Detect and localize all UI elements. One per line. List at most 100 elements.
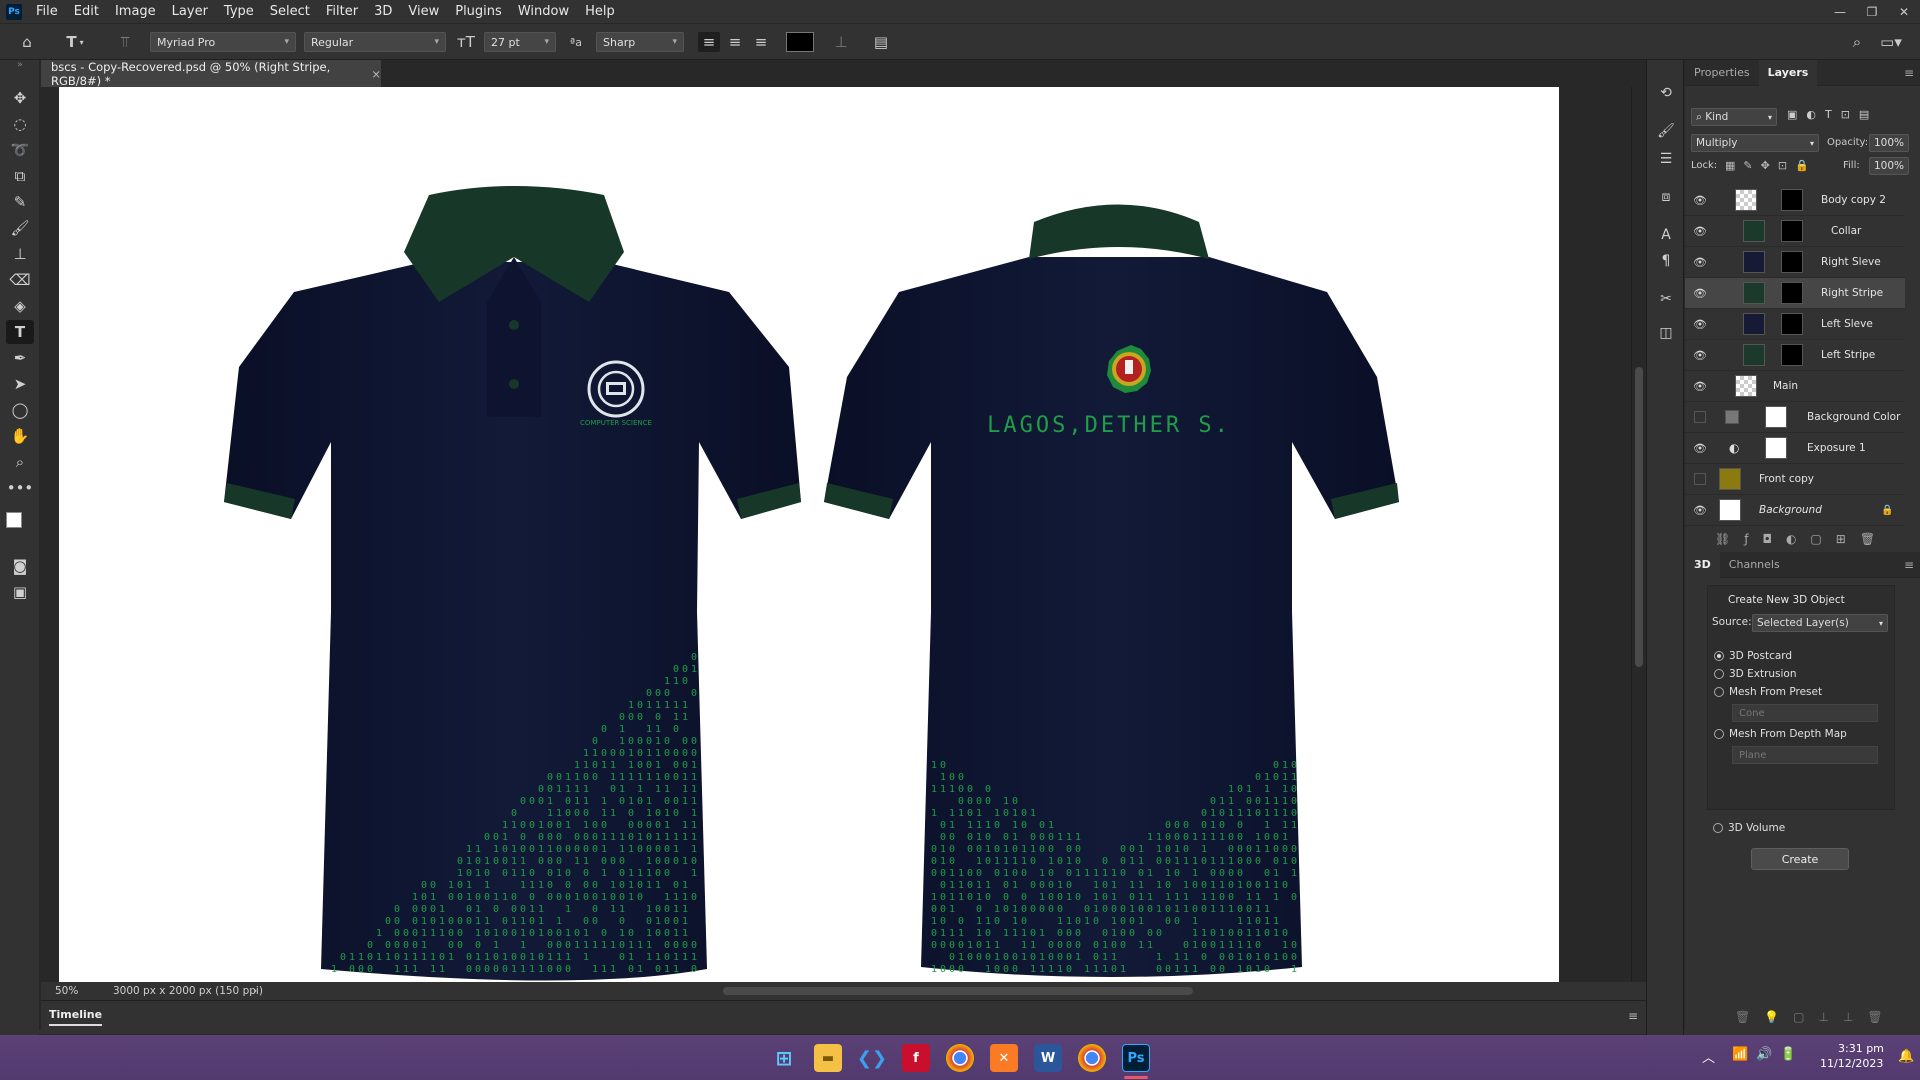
eraser-tool-icon[interactable]: ⌫ [6,268,34,292]
chrome-icon[interactable] [946,1044,974,1072]
layer-row[interactable]: 👁 Collar [1685,216,1905,247]
visibility-eye-icon[interactable]: 👁 [1692,349,1708,362]
file-explorer-icon[interactable]: ▬ [814,1044,842,1072]
visibility-eye-icon[interactable]: 👁 [1692,287,1708,300]
menu-image[interactable]: Image [107,0,164,23]
document-tab[interactable]: bscs - Copy-Recovered.psd @ 50% (Right S… [41,60,381,88]
toggle-text-orientation-icon[interactable]: ⫪ [114,32,136,52]
visibility-eye-icon[interactable]: 👁 [1692,318,1708,331]
menu-window[interactable]: Window [510,0,577,23]
workspace-icon[interactable]: ▭▾ [1876,32,1906,52]
align-left-icon[interactable]: ≡ [698,32,720,52]
option-3d-extrusion[interactable]: 3D Extrusion [1714,668,1797,680]
opacity-input[interactable]: 100% [1869,134,1909,152]
type-tool-icon[interactable]: T [6,320,34,344]
ellipse-tool-icon[interactable]: ◯ [6,398,34,422]
tray-chevron-icon[interactable]: ︿ [1702,1047,1715,1066]
lasso-tool-icon[interactable]: ➰ [6,138,34,162]
screen-mode-icon[interactable]: ▣ [6,580,34,604]
hidden-visibility-box[interactable] [1694,411,1706,423]
layer-name[interactable]: Background [1759,504,1822,516]
tools-icon[interactable]: ✂ [1655,288,1677,310]
menu-type[interactable]: Type [216,0,262,23]
paint-bucket-tool-icon[interactable]: ◈ [6,294,34,318]
layer-row[interactable]: 👁 Body copy 2 [1685,185,1905,216]
photoshop-taskbar-icon[interactable]: Ps [1122,1044,1150,1072]
layer-name[interactable]: Right Sleve [1821,256,1881,268]
close-icon[interactable]: ✕ [1888,0,1920,23]
layer-name[interactable]: Left Stripe [1821,349,1875,361]
source-select[interactable]: Selected Layer(s) ▾ [1752,614,1888,632]
menu-file[interactable]: File [28,0,66,23]
layer-name[interactable]: Background Color [1807,411,1900,423]
option-3d-postcard[interactable]: 3D Postcard [1714,650,1792,662]
status-arrow-icon[interactable]: › [253,985,257,997]
hand-tool-icon[interactable]: ✋ [6,424,34,448]
horizontal-scroll-thumb[interactable] [723,987,1193,995]
create-button[interactable]: Create [1751,848,1849,870]
font-size-select[interactable]: 27 pt ▾ [484,32,556,52]
marquee-tool-icon[interactable]: ◌ [6,112,34,136]
visibility-eye-icon[interactable]: 👁 [1692,194,1708,207]
timeline-tab[interactable]: Timeline [49,1008,103,1026]
layer-name[interactable]: Main [1773,380,1798,392]
brush-settings-icon[interactable]: 🖌 [1655,120,1677,142]
menu-help[interactable]: Help [577,0,623,23]
layer-filter-icons[interactable]: ▣◐T⊡▤ [1787,108,1878,121]
move-tool-icon[interactable]: ✥ [6,86,34,110]
visibility-eye-icon[interactable]: 👁 [1692,225,1708,238]
layer-row[interactable]: 👁 ◐ Exposure 1 [1685,433,1905,464]
layer-name[interactable]: Collar [1831,225,1861,237]
type-tool-preset-icon[interactable]: T ▾ [62,32,88,52]
visibility-eye-icon[interactable]: 👁 [1692,380,1708,393]
option-mesh-from-depth-map[interactable]: Mesh From Depth Map [1714,728,1847,740]
character-icon[interactable]: A [1655,224,1677,246]
align-right-icon[interactable]: ≡ [750,32,772,52]
option-3d-volume[interactable]: 3D Volume [1713,822,1785,834]
layer-row[interactable]: 👁 Main [1685,371,1905,402]
libraries-icon[interactable]: ⧈ [1655,186,1677,208]
notification-icon[interactable]: 🔔 [1898,1049,1914,1064]
search-icon[interactable]: ⌕ [1846,32,1868,52]
vertical-scroll-thumb[interactable] [1635,367,1643,667]
vertical-scrollbar[interactable] [1631,87,1645,982]
hidden-visibility-box[interactable] [1694,473,1706,485]
visibility-eye-icon[interactable]: 👁 [1692,504,1708,517]
layer-name[interactable]: Body copy 2 [1821,194,1886,206]
shapes-icon[interactable]: ◫ [1655,322,1677,344]
menu-view[interactable]: View [400,0,447,23]
tab-properties[interactable]: Properties [1685,60,1759,86]
menu-layer[interactable]: Layer [164,0,216,23]
tab-channels[interactable]: Channels [1720,552,1789,578]
layer-row[interactable]: 👁 Left Stripe [1685,340,1905,371]
layer-row[interactable]: Background Color [1685,402,1905,433]
visibility-eye-icon[interactable]: 👁 [1692,442,1708,455]
fill-input[interactable]: 100% [1869,157,1909,175]
clock-time[interactable]: 3:31 pm [1838,1042,1884,1055]
filezilla-icon[interactable]: f [902,1044,930,1072]
eyedropper-tool-icon[interactable]: ✎ [6,190,34,214]
quick-mask-icon[interactable]: ◙ [6,554,34,578]
timeline-menu-icon[interactable]: ≡ [1628,1009,1638,1023]
font-family-select[interactable]: Myriad Pro ▾ [150,32,296,52]
antialias-select[interactable]: Sharp ▾ [596,32,684,52]
tab-layers[interactable]: Layers [1758,59,1818,86]
menu-select[interactable]: Select [262,0,318,23]
visibility-eye-icon[interactable]: 👁 [1692,256,1708,269]
minimize-icon[interactable]: — [1824,0,1856,23]
word-icon[interactable]: W [1034,1044,1062,1072]
path-selection-tool-icon[interactable]: ➤ [6,372,34,396]
character-panel-icon[interactable]: ▤ [870,32,892,52]
home-icon[interactable]: ⌂ [16,32,38,52]
layer-name[interactable]: Right Stripe [1821,287,1883,299]
close-tab-icon[interactable]: × [371,67,381,81]
menu-3d[interactable]: 3D [366,0,400,23]
pen-tool-icon[interactable]: ✒ [6,346,34,370]
3d-action-icons[interactable]: 🗑💡▢⊥⊥🗑 [1735,1010,1897,1024]
xampp-icon[interactable]: ✕ [990,1044,1018,1072]
align-center-icon[interactable]: ≡ [724,32,746,52]
chrome-profile-icon[interactable] [1078,1044,1106,1072]
warp-text-icon[interactable]: ⊥ [830,32,852,52]
layer-name[interactable]: Front copy [1759,473,1814,485]
menu-plugins[interactable]: Plugins [447,0,510,23]
